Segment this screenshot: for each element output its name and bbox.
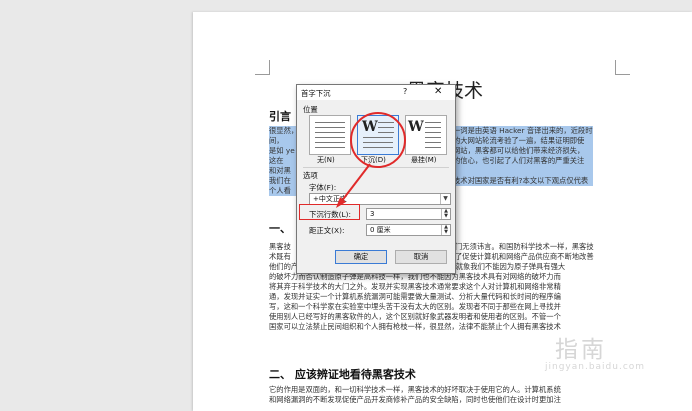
annotation-arrow [336, 163, 371, 208]
